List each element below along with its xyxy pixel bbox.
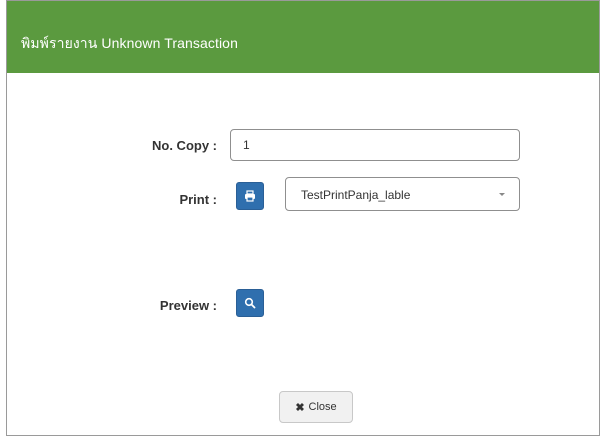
dialog-footer: ✖ Close (7, 371, 599, 437)
printer-select[interactable]: TestPrintPanja_lable (285, 177, 520, 211)
preview-button[interactable] (236, 289, 264, 317)
search-icon (244, 297, 256, 309)
chevron-down-icon (499, 193, 505, 196)
copy-count-input[interactable] (230, 129, 520, 161)
dialog-title: พิมพ์รายงาน Unknown Transaction (21, 35, 238, 51)
print-label: Print : (179, 192, 217, 207)
close-icon: ✖ (295, 401, 305, 414)
print-button[interactable] (236, 182, 264, 210)
preview-label: Preview : (159, 298, 217, 313)
close-button-label: Close (308, 401, 337, 413)
printer-icon (245, 190, 255, 202)
printer-select-value: TestPrintPanja_lable (301, 188, 411, 202)
copy-count-label: No. Copy : (152, 138, 217, 153)
close-button[interactable]: ✖ Close (279, 391, 353, 423)
dialog-header: พิมพ์รายงาน Unknown Transaction (7, 1, 599, 73)
print-report-dialog: พิมพ์รายงาน Unknown Transaction No. Copy… (6, 0, 600, 436)
